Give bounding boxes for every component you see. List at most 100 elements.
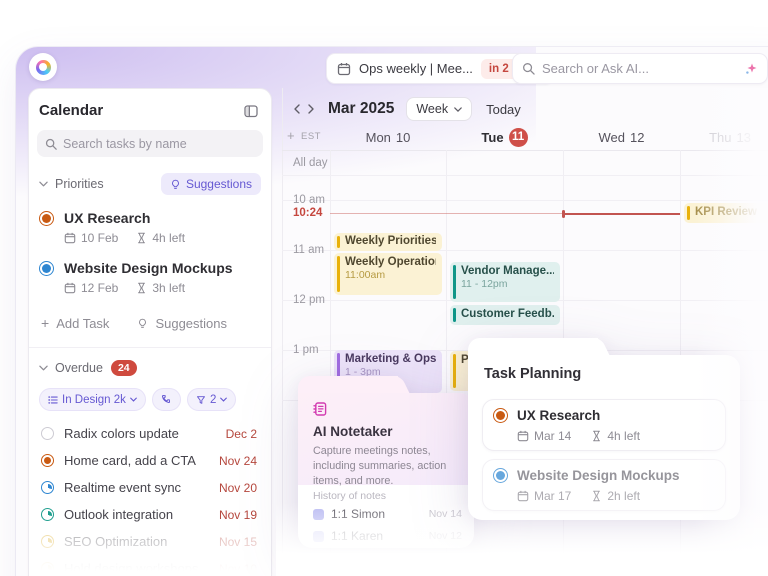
suggestions-button[interactable]: Suggestions <box>160 173 261 195</box>
day-header-thu[interactable]: Thu 13 <box>680 126 768 148</box>
ai-notetaker-title: AI Notetaker <box>313 424 393 439</box>
overdue-task-row[interactable]: SEO Optimization Nov 15 <box>29 528 271 555</box>
task-status-icon[interactable] <box>493 468 508 483</box>
timezone-label: EST <box>301 131 321 142</box>
task-status-icon[interactable] <box>41 427 54 440</box>
task-status-icon[interactable] <box>41 535 54 548</box>
phone-icon <box>161 394 172 405</box>
event-customer-feedback[interactable]: Customer Feedb... <box>450 305 560 325</box>
overdue-task-row[interactable]: Radix colors update Dec 2 <box>29 420 271 447</box>
day-header-mon[interactable]: Mon 10 <box>330 126 446 148</box>
next-week-button[interactable] <box>304 100 318 118</box>
app-logo[interactable] <box>29 53 57 81</box>
event-title: KPI Review <box>695 206 757 218</box>
task-time-left: 2h left <box>607 489 641 503</box>
sidebar-title: Calendar <box>39 102 104 119</box>
search-icon <box>522 62 535 75</box>
ai-notetaker-description: Capture meetings notes, including summar… <box>313 445 447 488</box>
priority-task[interactable]: UX Research <box>39 210 259 226</box>
task-status-icon[interactable] <box>41 454 54 467</box>
priority-task[interactable]: Website Design Mockups <box>39 260 259 276</box>
event-title: Weekly Operations <box>345 256 436 268</box>
calendar-icon <box>64 282 76 294</box>
task-status-icon[interactable] <box>41 562 54 575</box>
ai-notetaker-card[interactable]: AI Notetaker Capture meetings notes, inc… <box>298 376 474 548</box>
task-status-icon[interactable] <box>41 481 54 494</box>
today-button[interactable]: Today <box>486 102 521 117</box>
note-icon <box>313 508 324 520</box>
task-title: Realtime event sync <box>64 480 182 495</box>
today-badge: 11 <box>508 127 528 147</box>
hourglass-icon <box>591 490 602 502</box>
day-name: Thu <box>709 129 732 145</box>
task-due-date: Nov 20 <box>218 480 257 495</box>
call-filter-pill[interactable] <box>151 388 181 411</box>
task-status-icon[interactable] <box>41 508 54 521</box>
task-due-date: Nov 15 <box>218 534 257 549</box>
event-title: Vendor Manage... <box>461 265 554 277</box>
task-search-input[interactable]: Search tasks by name <box>37 130 263 157</box>
prev-week-button[interactable] <box>290 100 304 118</box>
event-weekly-operations[interactable]: Weekly Operations 11:00am <box>334 253 442 295</box>
task-due-date: Nov 24 <box>218 453 257 468</box>
task-date: Mar 17 <box>534 489 572 503</box>
add-task-button[interactable]: Add Task <box>56 316 109 331</box>
add-event-button[interactable]: + <box>287 128 295 143</box>
note-date: Nov 14 <box>428 508 462 520</box>
list-icon <box>48 395 58 405</box>
time-label: 11 am <box>293 244 325 256</box>
day-header-tue-today[interactable]: Tue 11 <box>446 126 563 148</box>
filter-count-pill[interactable]: 2 <box>186 388 237 411</box>
task-due-date: Nov 19 <box>218 507 257 522</box>
task-status-icon[interactable] <box>39 260 54 276</box>
chevron-down-icon <box>454 106 462 112</box>
task-meta: 10 Feb 4h left <box>64 231 259 245</box>
collapse-panel-icon[interactable] <box>243 103 259 119</box>
calendar-icon <box>517 430 529 442</box>
chevron-down-icon <box>39 365 48 371</box>
day-header-wed[interactable]: Wed 12 <box>563 126 680 148</box>
ai-sparkle-icon[interactable] <box>744 62 758 76</box>
history-of-notes-label: History of notes <box>313 490 386 502</box>
day-number: 13 <box>736 129 751 145</box>
day-name: Tue <box>481 129 504 145</box>
task-status-icon[interactable] <box>493 408 508 423</box>
priorities-section-header[interactable]: Priorities Suggestions <box>39 173 261 195</box>
global-search-input[interactable]: Search or Ask AI... <box>512 53 768 84</box>
overdue-task-row[interactable]: Hold design workshops Nov 10 <box>29 555 271 576</box>
plus-icon: + <box>41 315 50 331</box>
suggestions-label: Suggestions <box>185 177 252 191</box>
day-name: Mon <box>365 129 391 145</box>
screen: Ops weekly | Mee... in 2 mins Search or … <box>0 0 768 576</box>
task-title: Outlook integration <box>64 507 174 522</box>
task-date: 10 Feb <box>81 231 119 245</box>
overdue-task-row[interactable]: Home card, add a CTA Nov 24 <box>29 447 271 474</box>
planned-task-card[interactable]: UX Research Mar 14 4h left <box>482 399 726 451</box>
event-vendor-management[interactable]: Vendor Manage... 11 - 12pm <box>450 262 560 302</box>
view-selector[interactable]: Week <box>406 97 473 121</box>
overdue-task-row[interactable]: Outlook integration Nov 19 <box>29 501 271 528</box>
sidebar-panel: Calendar Search tasks by name Priorities <box>28 88 272 576</box>
task-status-icon[interactable] <box>39 210 54 226</box>
event-kpi-review[interactable]: KPI Review <box>684 203 768 223</box>
task-planning-card[interactable]: Task Planning UX Research Mar 14 4h left <box>468 338 740 520</box>
overdue-section-header[interactable]: Overdue 24 <box>39 360 261 376</box>
task-meta: 12 Feb 3h left <box>64 281 259 295</box>
event-time: 11 - 12pm <box>461 278 508 290</box>
planned-task-card[interactable]: Website Design Mockups Mar 17 2h left <box>482 459 726 511</box>
calendar-month-title: Mar 2025 <box>328 100 395 117</box>
task-date: 12 Feb <box>81 281 119 295</box>
search-placeholder: Search or Ask AI... <box>542 61 649 76</box>
task-planning-title: Task Planning <box>484 366 582 382</box>
suggestions-button-secondary[interactable]: Suggestions <box>155 316 227 331</box>
event-weekly-priorities[interactable]: Weekly Priorities <box>334 233 442 251</box>
overdue-task-row[interactable]: Realtime event sync Nov 20 <box>29 474 271 501</box>
task-title: Radix colors update <box>64 426 179 441</box>
status-filter-pill[interactable]: In Design 2k <box>39 388 146 411</box>
current-time-line <box>330 213 563 214</box>
note-row[interactable]: 1:1 Simon Nov 14 <box>313 506 462 522</box>
time-label: 10 am <box>293 194 325 206</box>
filter-count: 2 <box>209 393 217 406</box>
task-title: UX Research <box>517 408 601 423</box>
note-row[interactable]: 1:1 Karen Nov 12 <box>313 528 462 544</box>
